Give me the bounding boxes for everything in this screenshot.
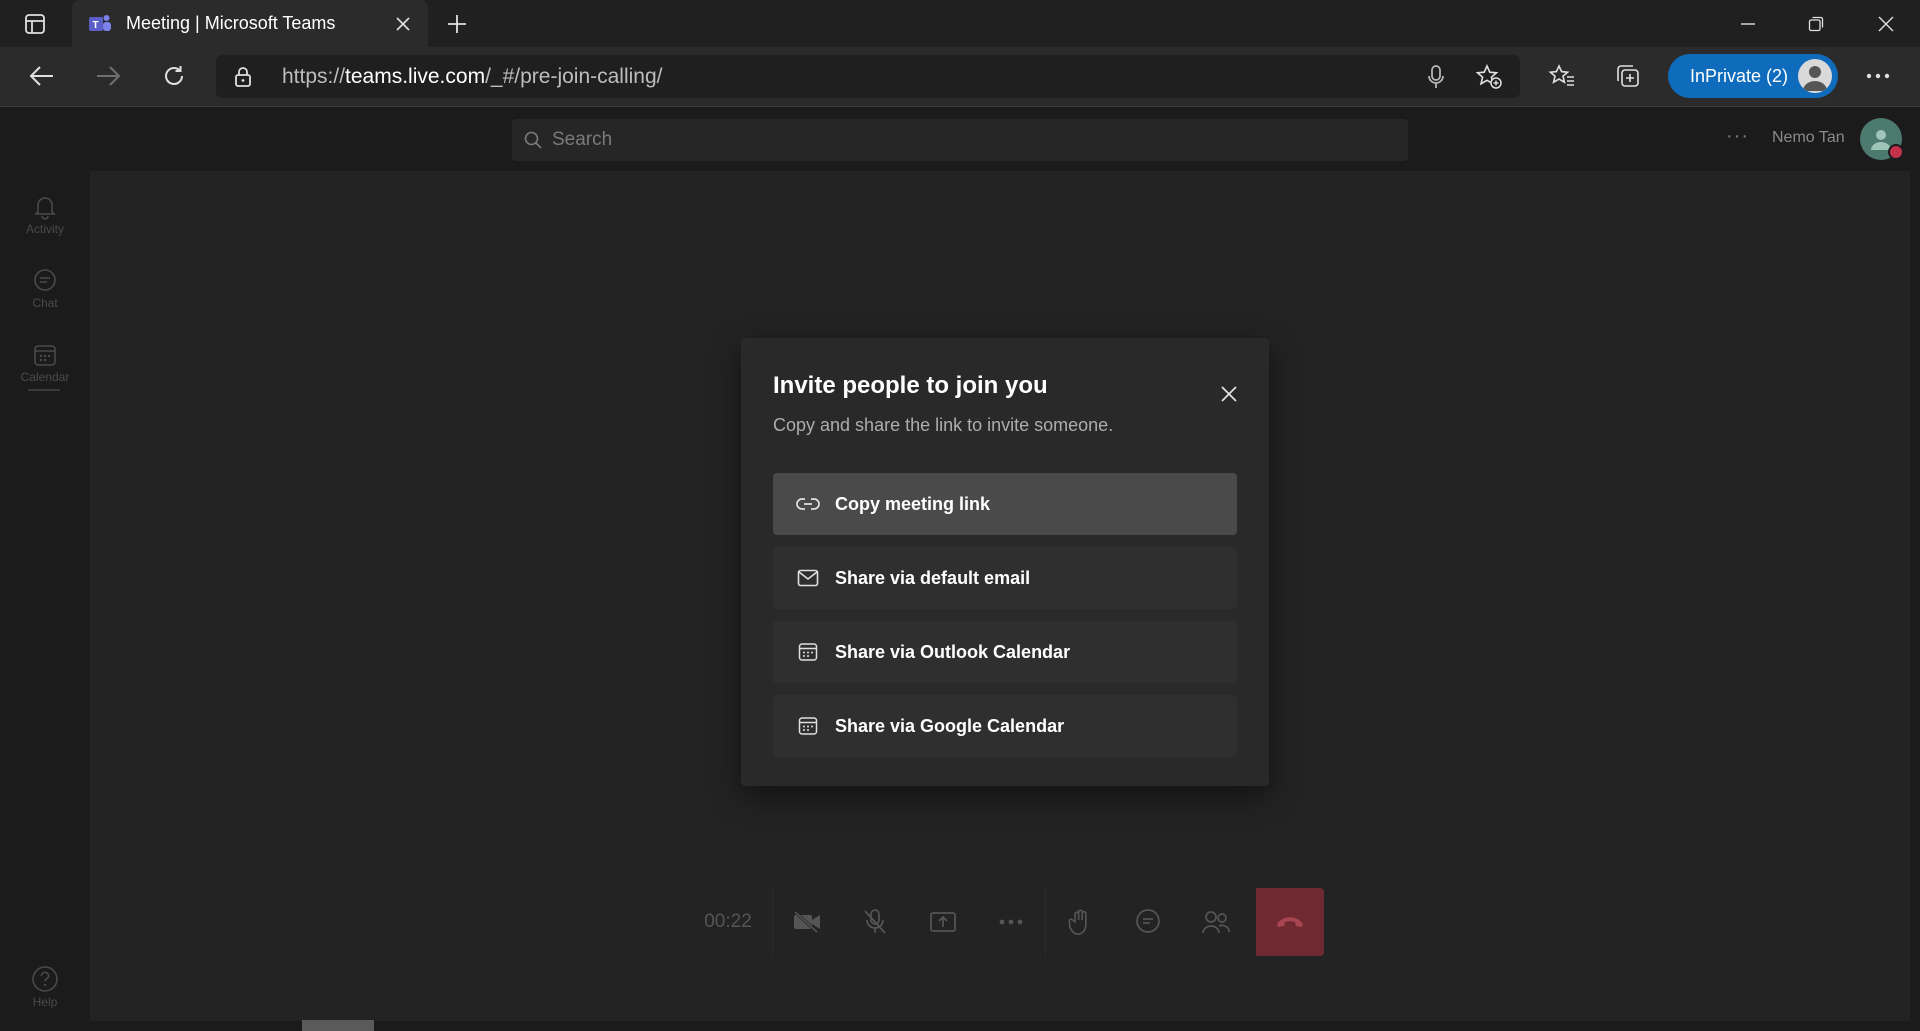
search-icon	[524, 131, 542, 149]
rail-item-label: Calendar	[20, 370, 70, 384]
refresh-button[interactable]	[152, 56, 196, 96]
teams-more-button[interactable]: ···	[1726, 125, 1749, 148]
share-screen-icon	[930, 912, 956, 932]
close-icon	[1221, 386, 1237, 402]
hang-up-icon	[1277, 917, 1303, 927]
presence-busy-icon	[1888, 144, 1904, 160]
forward-button[interactable]	[86, 56, 130, 96]
chat-icon	[1136, 909, 1160, 933]
dialog-close-button[interactable]	[1213, 378, 1245, 410]
rail-item-chat[interactable]: Chat	[0, 255, 90, 323]
profile-avatar-icon	[1798, 59, 1832, 93]
camera-off-icon	[793, 910, 820, 934]
link-icon	[793, 497, 823, 511]
hand-icon	[1068, 909, 1087, 935]
search-placeholder: Search	[552, 129, 613, 150]
close-icon	[1878, 16, 1894, 31]
option-label: Share via default email	[835, 567, 1031, 588]
rail-item-help[interactable]: Help	[0, 953, 90, 1021]
calendar-icon	[793, 642, 823, 662]
user-avatar[interactable]	[1860, 118, 1904, 160]
participants-icon	[1202, 911, 1230, 934]
address-bar[interactable]: https://teams.live.com/_#/pre-join-calli…	[216, 55, 1520, 98]
option-label: Copy meeting link	[835, 493, 991, 514]
browser-tab-strip: T Meeting | Microsoft Teams	[0, 0, 1920, 47]
rail-item-label: Chat	[32, 296, 58, 310]
dialog-subtitle: Copy and share the link to invite someon…	[773, 415, 1114, 435]
tab-actions-button[interactable]	[18, 10, 52, 38]
settings-more-button[interactable]	[1856, 56, 1900, 96]
collections-icon	[1617, 65, 1639, 87]
star-add-icon	[1475, 64, 1502, 89]
horizontal-scrollbar-thumb[interactable]	[302, 1020, 374, 1031]
share-via-google-calendar-button[interactable]: Share via Google Calendar	[773, 695, 1237, 757]
leave-call-button[interactable]	[1256, 888, 1324, 956]
rail-item-label: Activity	[25, 222, 64, 236]
restore-icon	[1808, 16, 1824, 31]
more-horizontal-icon	[1866, 73, 1890, 79]
teams-app-rail: Activity Chat Calendar Help	[0, 171, 90, 1031]
minimize-icon	[1741, 22, 1755, 25]
calendar-icon	[34, 345, 56, 366]
more-horizontal-icon	[999, 919, 1023, 925]
more-actions-button[interactable]	[977, 888, 1045, 956]
call-timer: 00:22	[704, 911, 752, 932]
rail-item-calendar[interactable]: Calendar	[0, 329, 90, 397]
microphone-off-icon	[864, 909, 886, 934]
dialog-title: Invite people to join you	[773, 372, 1048, 399]
svg-text:T: T	[93, 20, 99, 31]
teams-search-box[interactable]: Search	[512, 119, 1408, 161]
tab-title: Meeting | Microsoft Teams	[126, 13, 336, 33]
tab-close-button[interactable]	[388, 9, 418, 39]
option-label: Share via Outlook Calendar	[835, 641, 1071, 662]
new-tab-button[interactable]	[442, 9, 472, 39]
camera-toggle-button[interactable]	[773, 888, 841, 956]
microphone-icon	[1428, 65, 1444, 88]
bell-icon	[34, 197, 56, 220]
help-icon	[32, 966, 58, 992]
copy-meeting-link-button[interactable]: Copy meeting link	[773, 473, 1237, 535]
close-icon	[396, 16, 410, 31]
raise-hand-button[interactable]	[1046, 888, 1114, 956]
share-via-email-button[interactable]: Share via default email	[773, 547, 1237, 609]
arrow-right-icon	[97, 66, 121, 86]
rail-item-activity[interactable]: Activity	[0, 181, 90, 249]
rail-divider	[28, 389, 60, 391]
mic-toggle-button[interactable]	[841, 888, 909, 956]
share-screen-button[interactable]	[909, 888, 977, 956]
invite-dialog: Invite people to join you Copy and share…	[741, 338, 1269, 786]
rail-item-label: Help	[32, 995, 58, 1009]
back-button[interactable]	[20, 56, 64, 96]
chat-icon	[34, 269, 56, 291]
browser-toolbar: https://teams.live.com/_#/pre-join-calli…	[0, 47, 1920, 107]
browser-tab-teams[interactable]: T Meeting | Microsoft Teams	[72, 0, 428, 47]
share-via-outlook-calendar-button[interactable]: Share via Outlook Calendar	[773, 621, 1237, 683]
mail-icon	[793, 569, 823, 587]
user-name: Nemo Tan	[1772, 129, 1845, 146]
close-window-button[interactable]	[1852, 0, 1920, 47]
tab-actions-icon	[25, 14, 45, 34]
teams-top-bar: Search ··· Nemo Tan	[0, 107, 1920, 171]
restore-button[interactable]	[1782, 0, 1850, 47]
plus-icon	[448, 15, 466, 33]
show-chat-button[interactable]	[1114, 888, 1182, 956]
inprivate-profile-button[interactable]: InPrivate (2)	[1668, 54, 1838, 98]
voice-search-button[interactable]	[1422, 63, 1450, 91]
show-participants-button[interactable]	[1182, 888, 1250, 956]
collections-button[interactable]	[1606, 56, 1650, 96]
calendar-icon	[793, 716, 823, 736]
teams-logo-icon: T	[89, 14, 111, 31]
minimize-button[interactable]	[1714, 0, 1782, 47]
call-control-bar: 00:22	[684, 888, 1324, 956]
url-text: https://teams.live.com/_#/pre-join-calli…	[282, 65, 663, 88]
inprivate-label: InPrivate (2)	[1690, 65, 1789, 86]
arrow-left-icon	[29, 66, 53, 86]
lock-icon	[235, 67, 251, 87]
favorites-button[interactable]	[1540, 56, 1584, 96]
refresh-icon	[165, 66, 183, 85]
option-label: Share via Google Calendar	[835, 715, 1065, 736]
favorites-icon	[1548, 64, 1574, 86]
add-favorite-button[interactable]	[1474, 63, 1504, 91]
